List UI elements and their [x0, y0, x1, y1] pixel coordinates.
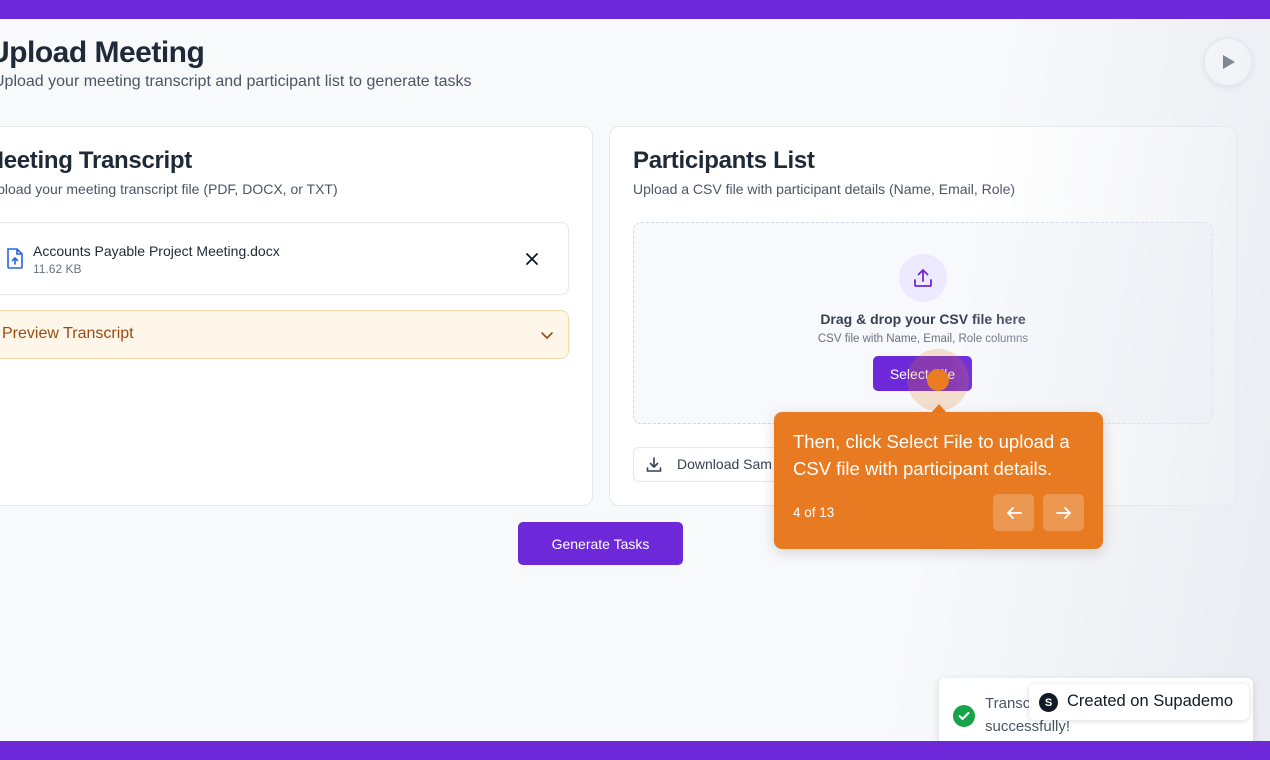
participants-card-description: Upload a CSV file with participant detai… — [633, 181, 1016, 197]
uploaded-file-name: Accounts Payable Project Meeting.docx — [33, 243, 280, 259]
download-sample-label: Download Sam — [677, 456, 772, 472]
dropzone-title: Drag & drop your CSV file here — [820, 311, 1026, 327]
bottom-banner — [0, 741, 1270, 760]
tooltip-next-button[interactable] — [1043, 494, 1084, 531]
tooltip-text: Then, click Select File to upload a CSV … — [793, 431, 1070, 479]
supademo-badge-text: Created on Supademo — [1067, 692, 1234, 710]
toast-message-start: Transc — [985, 695, 1029, 712]
close-icon — [526, 253, 538, 265]
toast-message-end: successfully! — [985, 718, 1071, 735]
generate-tasks-button[interactable]: Generate Tasks — [518, 522, 683, 565]
top-banner — [0, 0, 1270, 19]
uploaded-file-size: 11.62 KB — [33, 262, 82, 276]
page-subtitle: Upload your meeting transcript and parti… — [0, 73, 472, 90]
file-upload-icon — [6, 248, 24, 274]
tooltip-step-counter: 4 of 13 — [793, 505, 835, 520]
tooltip-prev-button[interactable] — [993, 494, 1034, 531]
arrow-right-icon — [1055, 506, 1071, 519]
arrow-left-icon — [1006, 506, 1022, 519]
upload-icon — [899, 254, 947, 302]
dropzone-hint: CSV file with Name, Email, Role columns — [817, 333, 1029, 345]
guide-hotspot[interactable] — [927, 369, 949, 391]
check-icon — [953, 705, 975, 727]
preview-transcript-label: Preview Transcript — [2, 325, 134, 342]
transcript-card-description: Upload your meeting transcript file (PDF… — [0, 181, 338, 197]
participants-card-title: Participants List — [633, 147, 815, 174]
page-title: Upload Meeting — [0, 36, 205, 69]
remove-file-button[interactable] — [522, 249, 542, 269]
transcript-card-title: Meeting Transcript — [0, 147, 192, 174]
supademo-logo-icon: S — [1039, 693, 1058, 712]
chevron-down-icon — [540, 328, 554, 346]
play-icon — [1223, 55, 1235, 69]
download-icon — [645, 456, 663, 479]
play-demo-button[interactable] — [1203, 37, 1253, 87]
